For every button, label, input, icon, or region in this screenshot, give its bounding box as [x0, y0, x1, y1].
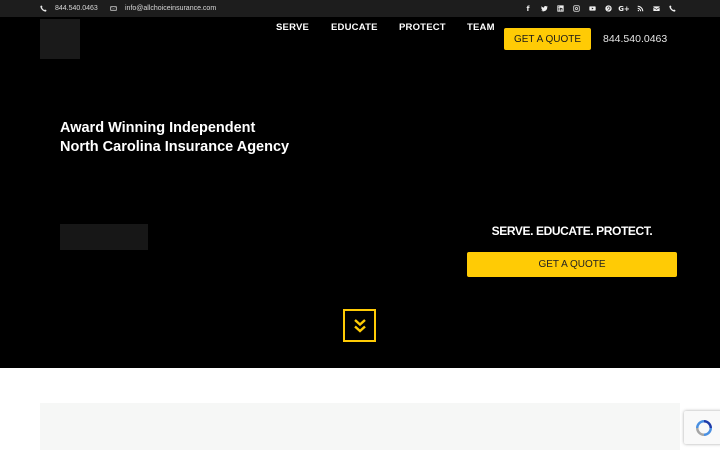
hero-button-placeholder[interactable]: [60, 224, 148, 250]
pinterest-icon[interactable]: [604, 5, 612, 13]
hero-section: SERVE EDUCATE PROTECT TEAM GET A QUOTE 8…: [0, 17, 720, 368]
linkedin-icon[interactable]: [556, 5, 564, 13]
top-bar: 844.540.0463 info@allchoiceinsurance.com…: [0, 0, 720, 17]
hero-headline: Award Winning Independent North Carolina…: [60, 119, 289, 157]
nav-item-protect[interactable]: PROTECT: [399, 22, 446, 33]
nav-get-quote-button[interactable]: GET A QUOTE: [504, 28, 591, 50]
youtube-icon[interactable]: [588, 5, 596, 13]
nav-phone-link[interactable]: 844.540.0463: [603, 33, 667, 45]
instagram-icon[interactable]: [572, 5, 580, 13]
social-links: f G+: [524, 0, 676, 17]
topbar-phone: 844.540.0463: [55, 5, 98, 12]
topbar-phone-link[interactable]: 844.540.0463: [40, 0, 98, 17]
topbar-email: info@allchoiceinsurance.com: [125, 5, 217, 12]
nav-item-educate[interactable]: EDUCATE: [331, 22, 378, 33]
hero-headline-line1: Award Winning Independent: [60, 120, 256, 136]
recaptcha-icon: [696, 419, 712, 436]
scroll-down-button[interactable]: [343, 309, 376, 342]
nav-item-team[interactable]: TEAM: [467, 22, 495, 33]
double-chevron-down-icon: [353, 318, 366, 333]
facebook-icon[interactable]: f: [524, 5, 532, 13]
envelope-outline-icon: [110, 6, 117, 11]
recaptcha-badge[interactable]: [684, 411, 720, 444]
hero-get-quote-button[interactable]: GET A QUOTE: [467, 252, 677, 277]
site-logo[interactable]: [40, 19, 80, 59]
twitter-icon[interactable]: [540, 5, 548, 13]
topbar-email-link[interactable]: info@allchoiceinsurance.com: [110, 0, 216, 17]
content-section-card: [40, 403, 680, 450]
google-plus-icon[interactable]: G+: [618, 5, 630, 13]
hero-tagline: SERVE. EDUCATE. PROTECT.: [491, 224, 653, 238]
rss-icon[interactable]: [636, 5, 644, 13]
phone-icon: [40, 5, 47, 12]
phone-icon[interactable]: [668, 5, 676, 13]
hero-headline-line2: North Carolina Insurance Agency: [60, 139, 290, 155]
envelope-icon[interactable]: [652, 5, 660, 13]
nav-item-serve[interactable]: SERVE: [276, 22, 309, 33]
